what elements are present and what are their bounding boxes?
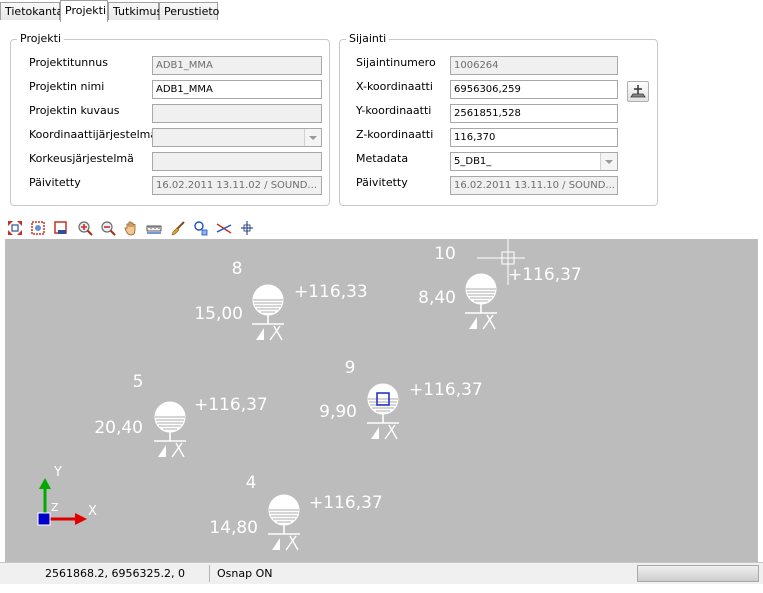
clear-brush-icon[interactable] [170,220,186,236]
tab-tietokanta[interactable]: Tietokanta [0,2,63,20]
axis-y-label: Y [53,465,62,480]
point-depth: 9,90 [319,402,357,422]
point-id: 9 [345,358,356,378]
korkeusjarjestelma-field[interactable] [152,152,322,171]
point-depth: 15,00 [194,304,243,324]
projektin-nimi-label: Projektin nimi [29,80,105,93]
pick-location-button[interactable] [627,81,649,102]
z-koordinaatti-field[interactable]: 116,370 [450,128,618,147]
cad-point-9[interactable]: 9 9,90 +116,37 [319,358,483,440]
progress-bar [637,565,759,582]
point-elevation: +116,37 [309,493,383,513]
x-koordinaatti-label: X-koordinaatti [356,80,433,93]
cad-drawing[interactable]: 8 15,00 +116,33 10 8,40 +116,37 5 20,40 … [5,239,758,562]
select-point-icon[interactable] [193,220,209,236]
y-koordinaatti-label: Y-koordinaatti [356,104,432,117]
ucs-axis-icon: Y X Z [37,465,97,526]
point-depth: 20,40 [94,418,143,438]
point-id: 8 [232,259,243,279]
projektin-nimi-field[interactable]: ADB1_MMA [152,80,322,99]
y-koordinaatti-field[interactable]: 2561851,528 [450,104,618,123]
point-id: 10 [434,244,456,264]
map-pick-icon [630,85,646,98]
koordinaattijarjestelma-label: Koordinaattijärjestelmä [29,128,158,141]
sijaintinumero-field[interactable]: 1006264 [450,56,618,75]
metadata-label: Metadata [356,152,409,165]
projektitunnus-field[interactable]: ADB1_MMA [152,56,322,75]
projektitunnus-label: Projektitunnus [29,56,108,69]
map-toolbar [0,217,763,239]
point-elevation: +116,37 [409,380,483,400]
tab-bar: Tietokanta Projekti Tutkimus Perustieto [0,0,763,22]
soil-symbol-icon [267,494,301,551]
zoom-extents-icon[interactable] [7,220,23,236]
sijainti-paivitetty-label: Päivitetty [356,176,408,189]
cad-point-4[interactable]: 4 14,80 +116,37 [209,473,383,551]
sijainti-paivitetty-field[interactable]: 16.02.2011 13.11.10 / SOUND... [450,176,618,195]
korkeusjarjestelma-label: Korkeusjärjestelmä [29,152,134,165]
axis-z-label: Z [51,501,59,514]
cad-map-view[interactable]: 8 15,00 +116,33 10 8,40 +116,37 5 20,40 … [5,239,758,562]
point-elevation: +116,37 [194,395,268,415]
zoom-previous-icon[interactable] [53,220,69,236]
chevron-down-icon[interactable] [304,129,321,146]
soil-symbol-icon [251,284,285,341]
sijainti-group-title: Sijainti [346,32,390,45]
pan-hand-icon[interactable] [123,220,139,236]
point-depth: 14,80 [209,518,258,538]
cad-point-5[interactable]: 5 20,40 +116,37 [94,372,268,458]
axis-x-label: X [88,504,97,519]
measure-distance-icon[interactable] [146,220,162,236]
tab-perustieto[interactable]: Perustieto [159,2,219,20]
cut-line-icon[interactable] [216,220,232,236]
point-id: 4 [246,473,257,493]
projekti-group-title: Projekti [17,32,65,45]
projektin-kuvaus-label: Projektin kuvaus [29,104,120,117]
koordinaattijarjestelma-select[interactable] [152,128,322,147]
soil-symbol-icon [153,401,187,458]
cad-point-10[interactable]: 10 8,40 +116,37 [418,244,582,330]
tab-tutkimus[interactable]: Tutkimus [108,2,162,20]
point-elevation: +116,33 [294,282,368,302]
projekti-paivitetty-field[interactable]: 16.02.2011 13.11.02 / SOUND... [152,176,322,195]
metadata-value: 5_DB1_ [454,156,492,167]
snap-point-icon[interactable] [239,220,255,236]
z-koordinaatti-label: Z-koordinaatti [356,128,434,141]
status-coordinates: 2561868.2, 6956325.2, 0 [6,565,210,582]
tab-projekti[interactable]: Projekti [60,0,108,22]
paivitetty-label: Päivitetty [29,176,81,189]
soil-symbol-icon [464,273,498,330]
zoom-out-icon[interactable] [100,220,116,236]
point-id: 5 [133,372,144,392]
status-osnap[interactable]: Osnap ON [210,565,410,582]
zoom-in-icon[interactable] [77,220,93,236]
x-koordinaatti-field[interactable]: 6956306,259 [450,80,618,99]
cad-point-8[interactable]: 8 15,00 +116,33 [194,259,368,341]
chevron-down-icon[interactable] [600,153,617,170]
metadata-select[interactable]: 5_DB1_ [450,152,618,171]
point-depth: 8,40 [418,288,456,308]
projektin-kuvaus-field[interactable] [152,104,322,123]
properties-panel: Projekti Projektitunnus ADB1_MMA Projekt… [0,21,763,219]
status-bar: 2561868.2, 6956325.2, 0 Osnap ON [0,562,763,584]
sijaintinumero-label: Sijaintinumero [356,56,436,69]
point-elevation: +116,37 [508,265,582,285]
zoom-window-icon[interactable] [30,220,46,236]
